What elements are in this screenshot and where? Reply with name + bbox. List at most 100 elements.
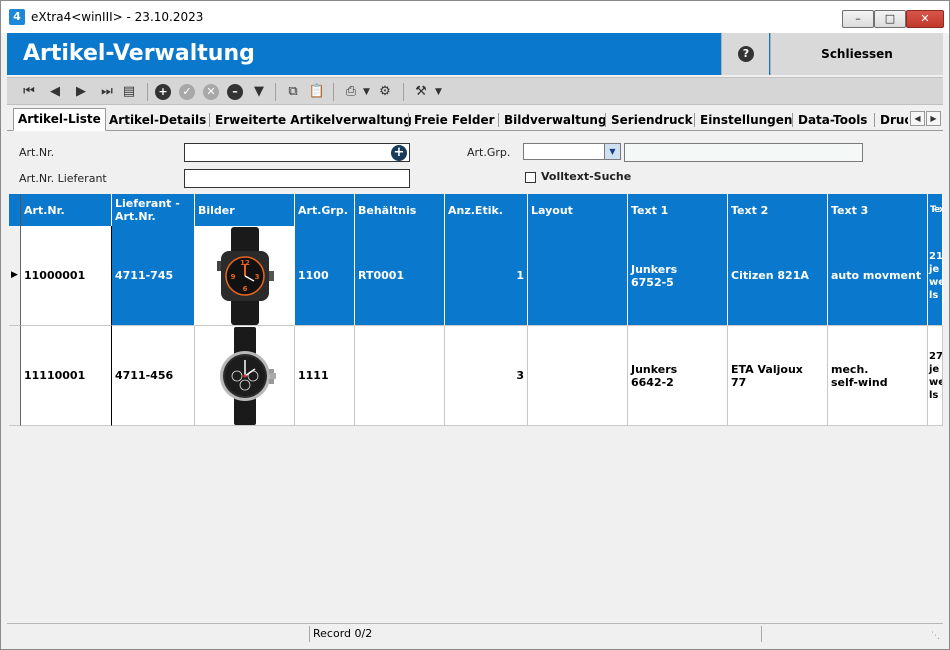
volltext-checkbox[interactable] <box>525 172 536 183</box>
cell-behaeltnis[interactable] <box>355 326 445 426</box>
art-nr-input[interactable] <box>184 143 410 162</box>
tab-scroll-left-icon[interactable]: ◀ <box>910 111 925 126</box>
help-icon: ? <box>738 46 754 62</box>
tab-bildverwaltung[interactable]: Bildverwaltung <box>500 110 611 131</box>
row-selector[interactable]: ▶ <box>9 226 21 326</box>
toolbar-separator <box>403 83 404 101</box>
art-nr-lieferant-input[interactable] <box>184 169 410 188</box>
cell-text4[interactable]: 27 je we ls <box>928 326 943 426</box>
art-grp-select[interactable]: ▼ <box>523 143 621 160</box>
tab-artikel-liste[interactable]: Artikel-Liste <box>13 108 106 131</box>
cell-art-grp[interactable]: 1111 <box>295 326 355 426</box>
cell-lieferant-art-nr[interactable]: 4711-745 <box>112 226 195 326</box>
article-grid: Art.Nr. Lieferant - Art.Nr. Bilder Art.G… <box>9 194 943 426</box>
art-grp-label: Art.Grp. <box>467 146 511 159</box>
column-header[interactable]: Lieferant - Art.Nr. <box>112 194 195 226</box>
schliessen-button[interactable]: Schliessen <box>770 33 943 75</box>
cell-art-grp[interactable]: 1100 <box>295 226 355 326</box>
cell-text1[interactable]: Junkers 6752-5 <box>628 226 728 326</box>
tools-icon[interactable]: ⚒ <box>411 82 431 102</box>
add-icon[interactable]: + <box>153 82 173 102</box>
column-header[interactable]: Text <box>928 194 943 226</box>
cell-art-nr[interactable]: 11000001 <box>21 226 112 326</box>
tab-separator <box>605 113 606 127</box>
column-header[interactable]: Behältnis <box>355 194 445 226</box>
cell-anz-etik[interactable]: 1 <box>445 226 528 326</box>
tab-separator <box>792 113 793 127</box>
resize-grip-icon[interactable]: ⋱ <box>931 631 941 641</box>
column-header[interactable]: Text 2 <box>728 194 828 226</box>
cell-text2[interactable]: Citizen 821A <box>728 226 828 326</box>
last-record-icon[interactable]: ⏭ <box>97 82 117 102</box>
tab-erweiterte-artikelverwaltung[interactable]: Erweiterte Artikelverwaltung <box>211 110 416 131</box>
cell-anz-etik[interactable]: 3 <box>445 326 528 426</box>
close-window-button[interactable]: ✕ <box>906 10 944 28</box>
cell-text4[interactable]: 21 je we ls <box>928 226 943 326</box>
column-header[interactable]: Text 3 <box>828 194 928 226</box>
chevron-down-icon[interactable]: ▼ <box>604 144 620 159</box>
table-row[interactable]: ▶ 11000001 4711-745 12 9 3 6 1100 RT0001… <box>9 226 943 326</box>
copy-icon[interactable]: ⧉ <box>283 82 303 102</box>
table-row[interactable]: 11110001 4711-456 1111 3 Junkers 6642-2 … <box>9 326 943 426</box>
column-header[interactable]: Bilder <box>195 194 295 226</box>
column-header[interactable]: Anz.Etik. <box>445 194 528 226</box>
confirm-icon[interactable]: ✓ <box>177 82 197 102</box>
minimize-button[interactable]: – <box>842 10 874 28</box>
cell-layout[interactable] <box>528 226 628 326</box>
add-icon[interactable]: + <box>391 145 407 161</box>
row-selector[interactable] <box>9 326 21 426</box>
cell-text1[interactable]: Junkers 6642-2 <box>628 326 728 426</box>
svg-text:9: 9 <box>230 273 235 281</box>
help-button[interactable]: ? <box>721 33 769 75</box>
art-grp-description-field[interactable] <box>624 143 863 162</box>
cell-text3[interactable]: auto movment <box>828 226 928 326</box>
column-header[interactable]: Text 1 <box>628 194 728 226</box>
volltext-label: Volltext-Suche <box>541 170 632 183</box>
print-dropdown-icon[interactable]: ▼ <box>363 82 370 102</box>
tab-seriendruck[interactable]: Seriendruck <box>607 110 697 131</box>
row-header-corner <box>9 194 21 226</box>
cancel-icon[interactable]: ✕ <box>201 82 221 102</box>
print-settings-icon[interactable]: ⚙ <box>375 82 395 102</box>
next-record-icon[interactable]: ▶ <box>71 82 91 102</box>
tab-einstellungen[interactable]: Einstellungen <box>696 110 796 131</box>
cell-layout[interactable] <box>528 326 628 426</box>
tab-freie-felder[interactable]: Freie Felder <box>410 110 499 131</box>
window-title: eXtra4<winIII> - 23.10.2023 <box>31 10 204 24</box>
column-header[interactable]: Art.Grp. <box>295 194 355 226</box>
grid-header: Art.Nr. Lieferant - Art.Nr. Bilder Art.G… <box>9 194 943 226</box>
tab-artikel-details[interactable]: Artikel-Details <box>105 110 210 131</box>
previous-record-icon[interactable]: ◀ <box>45 82 65 102</box>
maximize-button[interactable]: □ <box>874 10 906 28</box>
print-icon[interactable]: ⎙ <box>341 82 361 102</box>
cell-bilder[interactable] <box>195 326 295 426</box>
delete-icon[interactable]: – <box>225 82 245 102</box>
cell-behaeltnis[interactable]: RT0001 <box>355 226 445 326</box>
record-status: Record 0/2 <box>313 627 373 640</box>
list-view-icon[interactable]: ▤ <box>119 82 139 102</box>
tab-bar: Artikel-Liste Artikel-Details Erweiterte… <box>7 107 943 131</box>
column-header[interactable]: Layout <box>528 194 628 226</box>
art-nr-label: Art.Nr. <box>19 146 55 159</box>
tab-separator <box>209 113 210 127</box>
app-logo-icon: 4 <box>9 9 25 25</box>
cell-art-nr[interactable]: 11110001 <box>21 326 112 426</box>
title-bar[interactable]: 4 eXtra4<winIII> - 23.10.2023 – □ ✕ <box>1 1 949 33</box>
cell-bilder[interactable]: 12 9 3 6 <box>195 226 295 326</box>
close-icon: ✕ <box>920 12 930 25</box>
cell-text3[interactable]: mech. self-wind <box>828 326 928 426</box>
paste-icon[interactable]: 📋 <box>307 82 327 102</box>
svg-text:3: 3 <box>254 273 259 281</box>
tab-druck[interactable]: Druc <box>876 110 908 131</box>
current-row-icon: ▶ <box>11 270 18 280</box>
cell-lieferant-art-nr[interactable]: 4711-456 <box>112 326 195 426</box>
tools-dropdown-icon[interactable]: ▼ <box>435 82 442 102</box>
column-header[interactable]: Art.Nr. <box>21 194 112 226</box>
tab-data-tools[interactable]: Data-Tools <box>794 110 871 131</box>
first-record-icon[interactable]: ⏮ <box>19 82 39 102</box>
tab-scroll-right-icon[interactable]: ▶ <box>926 111 941 126</box>
tab-separator <box>874 113 875 127</box>
filter-icon[interactable]: ▼ <box>249 82 269 102</box>
cell-text2[interactable]: ETA Valjoux 77 <box>728 326 828 426</box>
toolbar-separator <box>275 83 276 101</box>
